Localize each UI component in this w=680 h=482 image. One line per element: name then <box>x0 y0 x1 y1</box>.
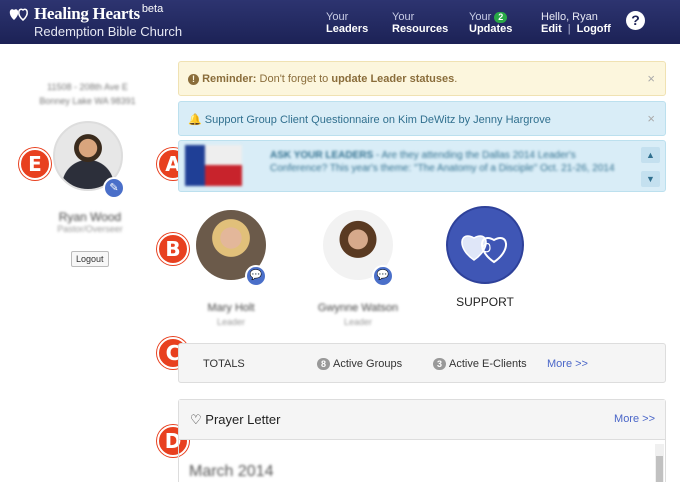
totals-bar: TOTALS 8 Active Groups 3 Active E-Clients … <box>178 343 666 383</box>
eclients-label: Active E-Clients <box>449 358 527 370</box>
carousel-up-icon[interactable]: ▲ <box>641 147 660 163</box>
address-line-1: 11508 - 208th Ave E <box>47 82 128 92</box>
prayer-more-link[interactable]: More >> <box>614 413 655 425</box>
brand[interactable]: Healing Hearts beta Redemption Bible Chu… <box>8 3 183 39</box>
active-groups[interactable]: 8 Active Groups <box>317 358 402 370</box>
active-eclients[interactable]: 3 Active E-Clients <box>433 358 527 370</box>
nav-leaders-top: Your <box>326 11 349 23</box>
separator: | <box>567 23 571 35</box>
chat-icon[interactable]: 💬 <box>372 265 394 287</box>
address-line-2: Bonney Lake WA 98391 <box>39 96 136 106</box>
edit-link[interactable]: Edit <box>541 23 562 35</box>
user-name: Ryan Wood <box>58 210 122 224</box>
totals-more-link[interactable]: More >> <box>547 358 588 370</box>
texas-flag-image <box>185 145 242 186</box>
beta-label: beta <box>141 3 164 15</box>
groups-count-badge: 8 <box>317 358 331 370</box>
hearts-logo-icon <box>9 8 28 21</box>
update-statuses-link[interactable]: update Leader statuses <box>331 73 454 85</box>
reminder-text: Don't forget to <box>256 73 332 85</box>
info-alert: 🔔 Support Group Client Questionnaire on … <box>178 101 666 136</box>
reminder-alert: ! Reminder: Don't forget to update Leade… <box>178 61 666 96</box>
top-nav-bar: Healing Hearts beta Redemption Bible Chu… <box>0 0 680 44</box>
warning-icon: ! <box>188 74 199 85</box>
brand-name: Healing Hearts <box>34 4 140 23</box>
eclients-count-badge: 3 <box>433 358 447 370</box>
close-icon[interactable]: × <box>647 71 655 86</box>
prayer-month: March 2014 <box>189 463 274 480</box>
hearts-ribbon-icon <box>461 235 507 264</box>
announcement-label: ASK YOUR LEADERS <box>270 150 374 161</box>
nav-updates-top: Your <box>469 11 492 23</box>
edit-profile-icon[interactable]: ✎ <box>103 177 125 199</box>
close-icon[interactable]: × <box>647 111 655 126</box>
updates-count-badge: 2 <box>494 12 508 23</box>
reminder-label: Reminder: <box>202 73 257 85</box>
leader-role: Leader <box>343 317 373 327</box>
questionnaire-link[interactable]: Support Group Client Questionnaire on Ki… <box>205 114 551 126</box>
scrollbar[interactable] <box>655 444 664 482</box>
support-hearts-icon[interactable] <box>446 206 524 284</box>
carousel-down-icon[interactable]: ▼ <box>641 171 660 187</box>
prayer-letter-panel: ♡ Prayer Letter More >> March 2014 <box>178 399 666 482</box>
nav-updates-label: Updates <box>469 23 513 35</box>
account-menu: Hello, Ryan Edit | Logoff <box>541 11 611 35</box>
support-label[interactable]: SUPPORT <box>445 295 525 309</box>
leader-name: Gwynne Watson <box>317 302 399 314</box>
sidebar: 11508 - 208th Ave E Bonney Lake WA 98391… <box>0 44 175 482</box>
groups-label: Active Groups <box>333 358 403 370</box>
callout-e: E <box>19 148 51 180</box>
scrollbar-thumb[interactable] <box>656 456 663 482</box>
help-icon[interactable]: ? <box>626 11 645 30</box>
callout-b: B <box>157 233 189 265</box>
nav-resources-top: Your <box>392 11 415 23</box>
church-name: Redemption Bible Church <box>34 24 183 39</box>
heart-icon: ♡ <box>190 412 202 427</box>
user-role: Pastor/Overseer <box>57 224 123 234</box>
nav-leaders-label: Leaders <box>326 23 369 35</box>
nav-your-updates[interactable]: Your 2 Updates <box>469 11 512 35</box>
leader-name: Mary Holt <box>207 302 255 314</box>
chat-icon[interactable]: 💬 <box>245 265 267 287</box>
totals-label: TOTALS <box>203 358 245 370</box>
prayer-title: Prayer Letter <box>205 412 281 427</box>
nav-resources-label: Resources <box>392 23 449 35</box>
leader-role: Leader <box>216 317 246 327</box>
bell-icon: 🔔 <box>188 114 202 126</box>
panel-header: ♡ Prayer Letter More >> <box>179 400 665 440</box>
announcement-text: ASK YOUR LEADERS - Are they attending th… <box>270 149 635 175</box>
nav-your-resources[interactable]: Your Resources <box>392 11 448 35</box>
reminder-end: . <box>454 73 458 85</box>
nav-your-leaders[interactable]: Your Leaders <box>326 11 368 35</box>
announcement-carousel: ASK YOUR LEADERS - Are they attending th… <box>178 140 666 192</box>
logoff-link[interactable]: Logoff <box>577 23 611 35</box>
greeting: Hello, Ryan <box>541 11 598 23</box>
logout-button[interactable]: Logout <box>71 251 109 267</box>
panel-title: ♡ Prayer Letter <box>190 412 280 428</box>
